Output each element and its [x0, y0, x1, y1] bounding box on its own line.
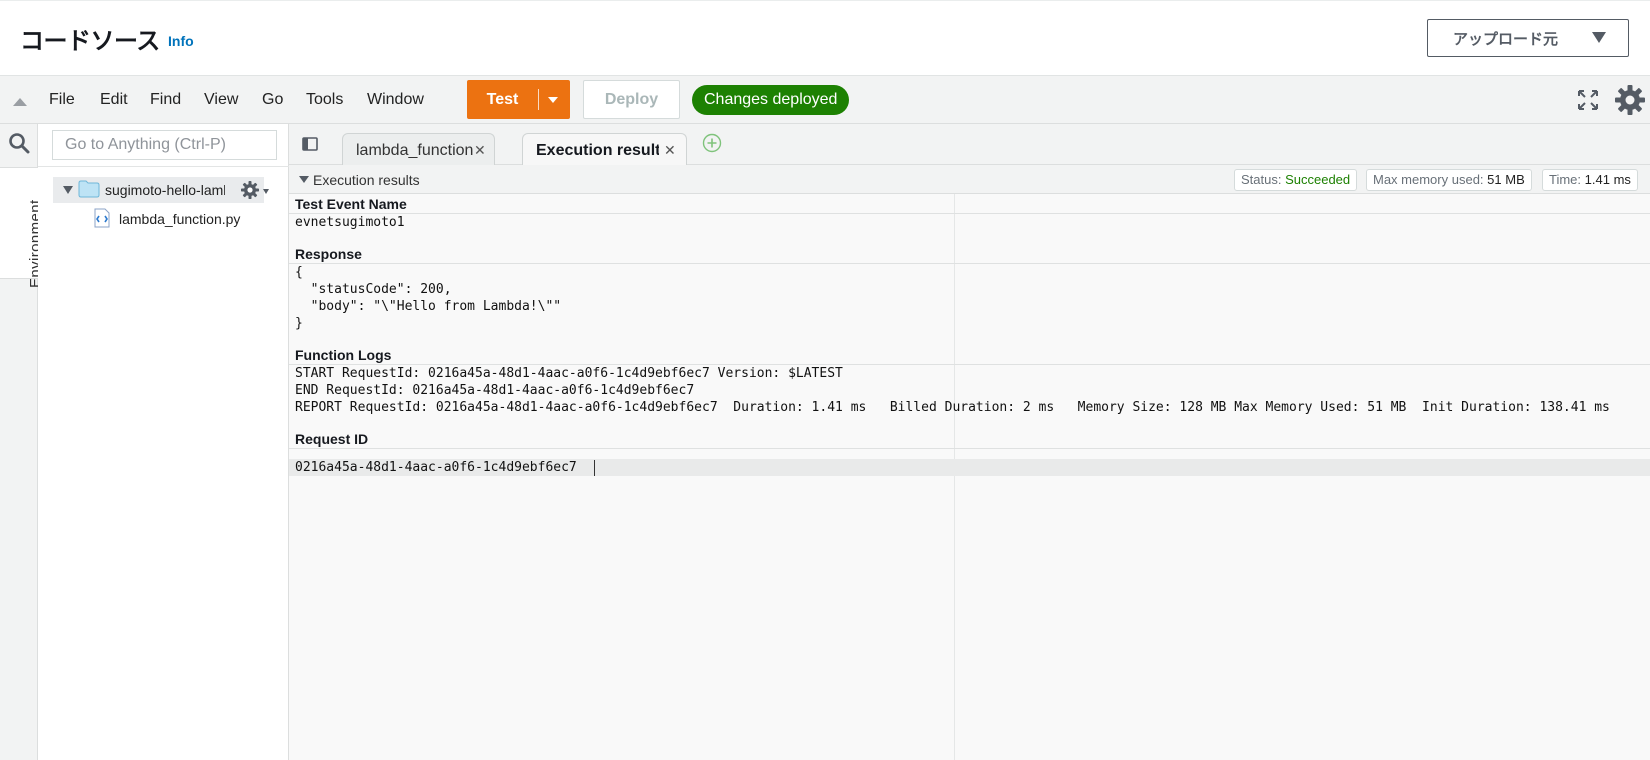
divider [289, 213, 1650, 214]
editor-tab-bar: lambda_function ✕ Execution results ✕ [289, 124, 1650, 166]
deploy-button[interactable]: Deploy [583, 80, 680, 119]
results-title: Execution results [313, 172, 420, 188]
menu-window[interactable]: Window [367, 91, 424, 109]
memory-value: 51 MB [1487, 172, 1525, 187]
fullscreen-icon[interactable] [1576, 88, 1600, 112]
section-heading: Request ID [295, 431, 369, 447]
caret-down-icon[interactable] [63, 186, 73, 194]
test-button-label: Test [486, 91, 519, 108]
menu-edit[interactable]: Edit [100, 91, 128, 109]
divider [289, 448, 1650, 449]
folder-icon [78, 180, 100, 198]
time-chip: Time: 1.41 ms [1542, 169, 1638, 191]
menu-view[interactable]: View [204, 91, 238, 109]
info-link[interactable]: Info [168, 33, 194, 49]
section-heading: Test Event Name [295, 196, 407, 212]
python-file-icon [94, 208, 110, 228]
page-header: コードソース Info アップロード元 [0, 0, 1650, 75]
tabs-menu-icon[interactable] [301, 135, 319, 153]
test-dropdown-caret-icon[interactable] [539, 80, 570, 119]
gear-icon[interactable] [240, 180, 260, 200]
status-chip: Status: Succeeded [1234, 169, 1358, 191]
close-icon[interactable]: ✕ [474, 142, 486, 159]
tab-environment[interactable]: Environment [0, 167, 44, 288]
text-cursor [594, 460, 595, 476]
section-heading: Function Logs [295, 347, 392, 363]
results-body[interactable]: Test Event Name evnetsugimoto1 Response … [289, 194, 1650, 760]
log-line: START RequestId: 0216a45a-48d1-4aac-a0f6… [295, 366, 843, 381]
response-line: "body": "\"Hello from Lambda!\"" [295, 299, 562, 314]
tab-label: Execution results [536, 142, 659, 159]
log-line: REPORT RequestId: 0216a45a-48d1-4aac-a0f… [295, 400, 1610, 415]
log-line: END RequestId: 0216a45a-48d1-4aac-a0f6-1… [295, 383, 695, 398]
collapse-arrow-icon[interactable] [13, 98, 27, 106]
memory-label: Max memory used: [1373, 172, 1484, 187]
menu-file[interactable]: File [49, 91, 75, 109]
menu-tools[interactable]: Tools [306, 91, 343, 109]
status-value: Succeeded [1285, 172, 1351, 187]
response-line: } [295, 316, 303, 331]
go-to-anything-input[interactable] [52, 130, 277, 160]
section-heading: Response [295, 246, 362, 262]
close-icon[interactable]: ✕ [664, 142, 676, 159]
upload-from-button[interactable]: アップロード元 [1427, 19, 1629, 57]
memory-chip: Max memory used: 51 MB [1366, 169, 1532, 191]
add-tab-icon[interactable] [702, 133, 722, 153]
caret-down-icon [1592, 32, 1606, 43]
tree-root-label: sugimoto-hello-lambda [105, 182, 225, 198]
time-label: Time: [1549, 172, 1582, 187]
execution-results-pane: Execution results Status: Succeeded Max … [289, 165, 1650, 760]
caret-down-icon[interactable] [299, 176, 309, 183]
test-event-name-value: evnetsugimoto1 [295, 215, 405, 230]
divider [289, 263, 1650, 264]
tab-lambda-function[interactable]: lambda_function ✕ [342, 133, 495, 165]
menu-find[interactable]: Find [150, 91, 181, 109]
upload-from-label: アップロード元 [1453, 29, 1559, 48]
results-header: Execution results Status: Succeeded Max … [289, 165, 1650, 194]
tab-label: lambda_function [356, 142, 474, 159]
response-line: { [295, 265, 303, 280]
tree-file-label: lambda_function.py [119, 211, 241, 227]
tree-root-folder[interactable]: sugimoto-hello-lambda [53, 177, 264, 203]
left-tab-bar: Environment [0, 124, 44, 760]
status-label: Status: [1241, 172, 1282, 187]
tab-execution-results[interactable]: Execution results ✕ [522, 133, 687, 166]
file-tree-panel: sugimoto-hello-lambda lambda_function.py [38, 124, 289, 760]
page-title: コードソース [20, 27, 160, 55]
divider [38, 166, 289, 167]
response-line: "statusCode": 200, [295, 282, 452, 297]
caret-down-icon[interactable] [263, 189, 269, 194]
print-margin-line [954, 194, 955, 760]
search-icon[interactable] [7, 131, 31, 155]
settings-gear-icon[interactable] [1614, 84, 1646, 116]
time-value: 1.41 ms [1584, 172, 1631, 187]
menu-go[interactable]: Go [262, 91, 283, 109]
test-button[interactable]: Test [467, 80, 570, 119]
request-id-value: 0216a45a-48d1-4aac-a0f6-1c4d9ebf6ec7 [295, 460, 577, 475]
deploy-status-badge: Changes deployed [692, 85, 850, 115]
ide-menubar: File Edit Find View Go Tools Window Test… [0, 75, 1650, 124]
